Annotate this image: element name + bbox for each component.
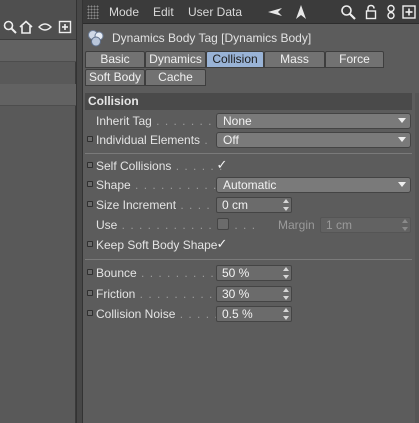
menu-user-data[interactable]: User Data bbox=[188, 5, 242, 19]
use-checkbox[interactable] bbox=[217, 218, 229, 230]
grip-handle[interactable] bbox=[87, 5, 99, 19]
tab-cache[interactable]: Cache bbox=[145, 69, 206, 86]
inherit-tag-row: Inherit Tag . . . . . . . . . None bbox=[83, 112, 419, 130]
collision-noise-label: Collision Noise . . . . . . bbox=[96, 307, 228, 321]
tab-mass[interactable]: Mass bbox=[264, 51, 325, 68]
shape-row: Shape . . . . . . . . . . . . . . Automa… bbox=[83, 176, 419, 194]
stepper-icon[interactable] bbox=[283, 308, 289, 320]
menubar: Mode Edit User Data bbox=[83, 0, 419, 24]
tab-dynamics[interactable]: Dynamics bbox=[145, 51, 206, 68]
size-increment-row: Size Increment . . . . . . 0 cm bbox=[83, 196, 419, 214]
tag-header: Dynamics Body Tag [Dynamics Body] Basic … bbox=[83, 24, 419, 93]
margin-label: Margin bbox=[278, 218, 315, 232]
keyframe-dot[interactable] bbox=[87, 201, 93, 207]
new-panel-icon[interactable] bbox=[401, 4, 417, 20]
new-panel-icon[interactable] bbox=[58, 20, 72, 34]
search-icon[interactable] bbox=[3, 20, 17, 34]
left-toolbar bbox=[0, 0, 76, 40]
collision-section: Collision Inherit Tag . . . . . . . . . … bbox=[83, 93, 419, 423]
friction-row: Friction . . . . . . . . . . . . . 30 % bbox=[83, 285, 419, 303]
keyframe-dot[interactable] bbox=[87, 269, 93, 275]
eye-icon[interactable] bbox=[38, 20, 52, 34]
keep-soft-body-shape-label: Keep Soft Body Shape bbox=[96, 238, 218, 252]
bounce-row: Bounce . . . . . . . . . . . . . 50 % bbox=[83, 264, 419, 282]
self-collisions-row: Self Collisions . . . . . . ✓ bbox=[83, 157, 419, 175]
bounce-field[interactable]: 50 % bbox=[216, 265, 292, 281]
friction-field[interactable]: 30 % bbox=[216, 286, 292, 302]
link-icon[interactable] bbox=[383, 4, 399, 20]
individual-elements-dropdown[interactable]: Off bbox=[216, 132, 411, 148]
back-arrow-icon[interactable] bbox=[267, 4, 283, 20]
list-item[interactable] bbox=[0, 84, 76, 106]
keyframe-dot[interactable] bbox=[87, 310, 93, 316]
chevron-down-icon bbox=[398, 137, 406, 142]
scrollbar[interactable] bbox=[415, 93, 419, 423]
self-collisions-label: Self Collisions . . . . . . bbox=[96, 159, 224, 173]
individual-elements-row: Individual Elements . Off bbox=[83, 131, 419, 149]
divider bbox=[85, 259, 412, 260]
margin-field[interactable]: 1 cm bbox=[320, 217, 411, 233]
collision-noise-row: Collision Noise . . . . . . 0.5 % bbox=[83, 305, 419, 323]
shape-dropdown[interactable]: Automatic bbox=[216, 177, 411, 193]
collision-noise-field[interactable]: 0.5 % bbox=[216, 306, 292, 322]
tab-force[interactable]: Force bbox=[325, 51, 384, 68]
size-increment-field[interactable]: 0 cm bbox=[216, 197, 292, 213]
use-label: Use . . . . . . . . . . . . . . . . bbox=[96, 218, 257, 232]
panel-divider[interactable] bbox=[76, 0, 83, 423]
keyframe-dot[interactable] bbox=[87, 290, 93, 296]
left-panel bbox=[0, 0, 76, 423]
use-row: Use . . . . . . . . . . . . . . . . Marg… bbox=[83, 216, 419, 234]
tab-basic[interactable]: Basic bbox=[85, 51, 145, 68]
divider bbox=[85, 153, 412, 154]
stepper-icon[interactable] bbox=[283, 288, 289, 300]
keyframe-dot[interactable] bbox=[87, 136, 93, 142]
stepper-icon[interactable] bbox=[283, 199, 289, 211]
tab-soft-body[interactable]: Soft Body bbox=[85, 69, 145, 86]
keyframe-dot[interactable] bbox=[87, 181, 93, 187]
list-item[interactable] bbox=[0, 40, 76, 62]
keyframe-dot[interactable] bbox=[87, 162, 93, 168]
section-title: Collision bbox=[85, 93, 412, 110]
stepper-icon[interactable] bbox=[283, 267, 289, 279]
self-collisions-checkbox[interactable]: ✓ bbox=[216, 158, 228, 171]
tab-collision[interactable]: Collision bbox=[206, 51, 264, 68]
chevron-down-icon bbox=[398, 182, 406, 187]
dynamics-body-tag-icon bbox=[87, 29, 105, 47]
chevron-down-icon bbox=[398, 118, 406, 123]
search-icon[interactable] bbox=[340, 4, 356, 20]
up-arrow-icon[interactable] bbox=[293, 4, 309, 20]
menu-edit[interactable]: Edit bbox=[153, 5, 174, 19]
keep-soft-body-shape-checkbox[interactable]: ✓ bbox=[216, 237, 228, 250]
attribute-manager: Mode Edit User Data Dynamics Body Tag [D… bbox=[83, 0, 419, 423]
home-icon[interactable] bbox=[19, 20, 33, 34]
inherit-tag-label: Inherit Tag . . . . . . . . . bbox=[96, 114, 230, 128]
page-title: Dynamics Body Tag [Dynamics Body] bbox=[112, 31, 312, 45]
lock-icon[interactable] bbox=[363, 4, 379, 20]
keyframe-dot[interactable] bbox=[87, 241, 93, 247]
size-increment-label: Size Increment . . . . . . bbox=[96, 198, 229, 212]
keep-soft-body-shape-row: Keep Soft Body Shape ✓ bbox=[83, 236, 419, 254]
individual-elements-label: Individual Elements . bbox=[96, 133, 209, 147]
stepper-icon[interactable] bbox=[402, 219, 408, 231]
inherit-tag-dropdown[interactable]: None bbox=[216, 113, 411, 129]
menu-mode[interactable]: Mode bbox=[109, 5, 139, 19]
